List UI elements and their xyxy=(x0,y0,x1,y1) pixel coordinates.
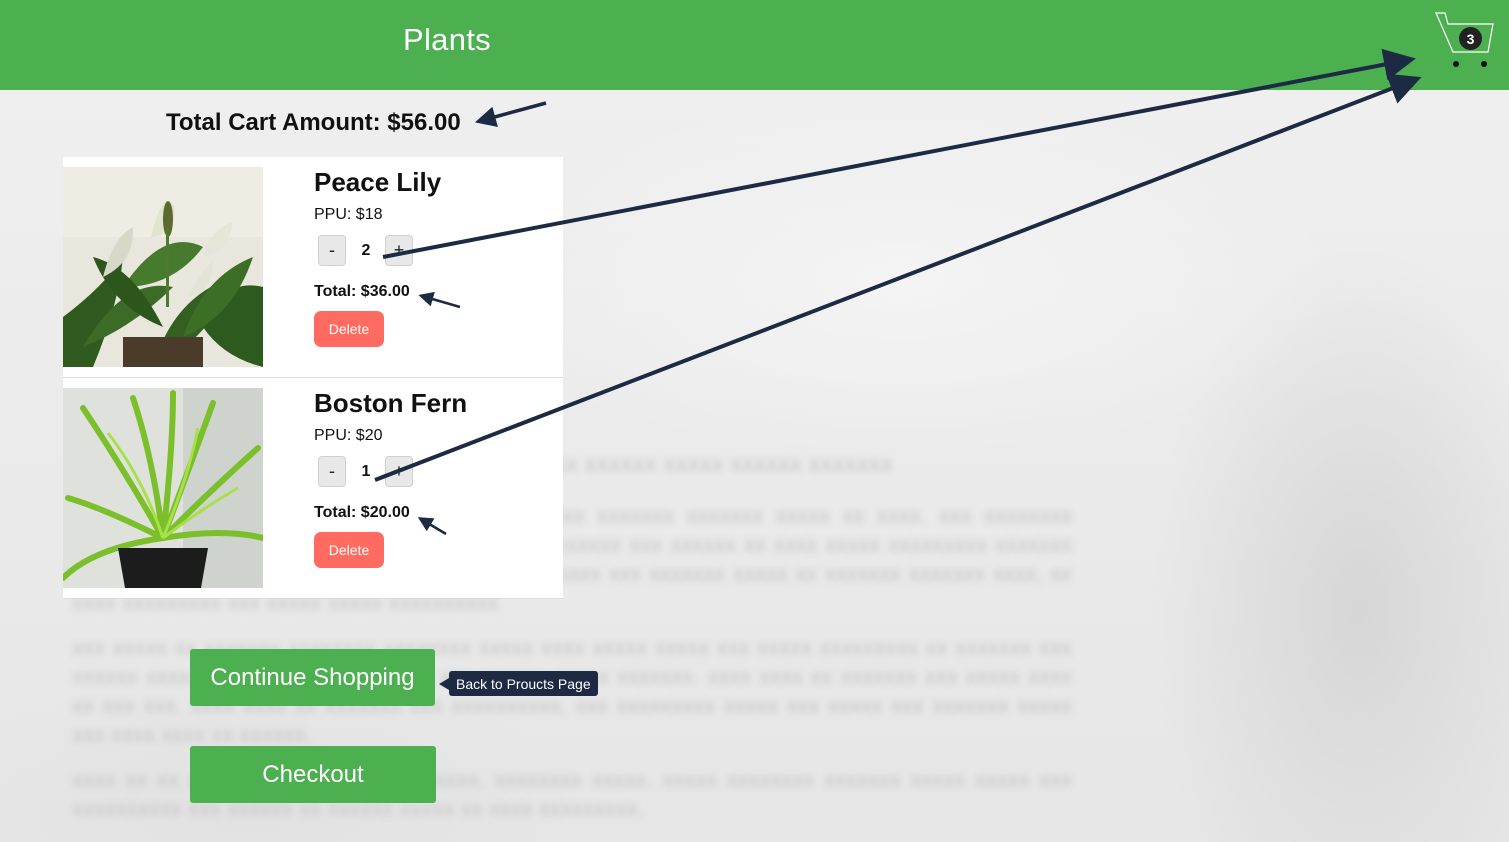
cart-item: Peace Lily PPU: $18 - 2 + Total: $36.00 … xyxy=(63,157,563,378)
cart-item: Boston Fern PPU: $20 - 1 + Total: $20.00… xyxy=(63,378,563,599)
item-price-per-unit: PPU: $18 xyxy=(314,206,383,223)
item-name: Peace Lily xyxy=(314,167,442,197)
peace-lily-image xyxy=(63,167,263,367)
header-title[interactable]: Plants xyxy=(403,22,491,58)
increase-quantity-button[interactable]: + xyxy=(385,456,413,487)
tooltip-pointer xyxy=(439,678,449,690)
cart-count-badge: 3 xyxy=(1459,27,1482,50)
increase-quantity-button[interactable]: + xyxy=(385,235,413,266)
cart-button[interactable]: 3 xyxy=(1434,10,1498,72)
continue-shopping-button[interactable]: Continue Shopping xyxy=(190,649,435,706)
tooltip: Back to Proucts Page xyxy=(449,671,598,696)
item-total: Total: $20.00 xyxy=(314,504,410,521)
quantity-value: 2 xyxy=(361,242,371,259)
total-cart-amount: Total Cart Amount: $56.00 xyxy=(166,109,461,136)
quantity-value: 1 xyxy=(361,463,371,480)
decrease-quantity-button[interactable]: - xyxy=(318,235,346,266)
decrease-quantity-button[interactable]: - xyxy=(318,456,346,487)
boston-fern-image xyxy=(63,388,263,588)
delete-button[interactable]: Delete xyxy=(314,532,384,568)
cart-items-list: Peace Lily PPU: $18 - 2 + Total: $36.00 … xyxy=(63,157,563,599)
app-header: Plants 3 xyxy=(0,0,1509,90)
delete-button[interactable]: Delete xyxy=(314,311,384,347)
checkout-button[interactable]: Checkout xyxy=(190,746,436,803)
item-total: Total: $36.00 xyxy=(314,283,410,300)
item-name: Boston Fern xyxy=(314,388,468,418)
item-price-per-unit: PPU: $20 xyxy=(314,427,383,444)
